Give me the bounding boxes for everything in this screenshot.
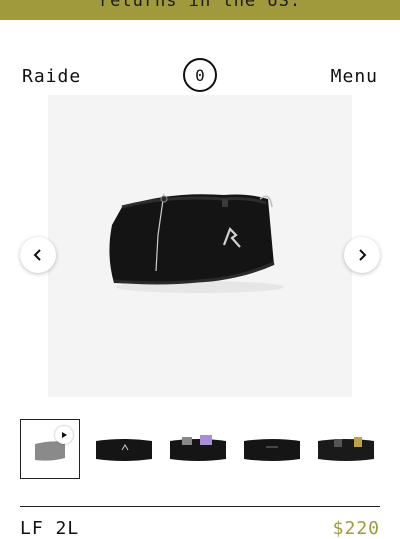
chevron-right-icon <box>359 249 367 261</box>
cart-count: 0 <box>195 65 205 85</box>
thumbnail-belt-back[interactable] <box>242 419 302 479</box>
cart-button[interactable]: 0 <box>183 58 217 92</box>
thumbnail-belt-pockets[interactable] <box>168 419 228 479</box>
thumbnail-video[interactable] <box>20 419 80 479</box>
menu-button[interactable]: Menu <box>331 66 378 87</box>
thumbnail-belt-loaded[interactable] <box>316 419 376 479</box>
product-image <box>48 95 352 397</box>
site-header: Raide 0 Menu <box>0 58 400 96</box>
next-image-button[interactable] <box>344 237 380 273</box>
promo-banner-text: returns in the US. <box>98 0 302 11</box>
previous-image-button[interactable] <box>20 237 56 273</box>
chevron-left-icon <box>33 249 41 261</box>
running-belt-illustration <box>109 192 284 293</box>
product-price: $220 <box>332 518 380 539</box>
section-divider <box>20 506 380 507</box>
product-name: LF 2L <box>20 518 80 539</box>
brand-logo[interactable]: Raide <box>22 66 81 87</box>
thumbnail-strip <box>20 419 380 481</box>
play-icon <box>55 426 73 444</box>
promo-banner: returns in the US. <box>0 0 400 20</box>
thumbnail-belt-front[interactable] <box>94 419 154 479</box>
